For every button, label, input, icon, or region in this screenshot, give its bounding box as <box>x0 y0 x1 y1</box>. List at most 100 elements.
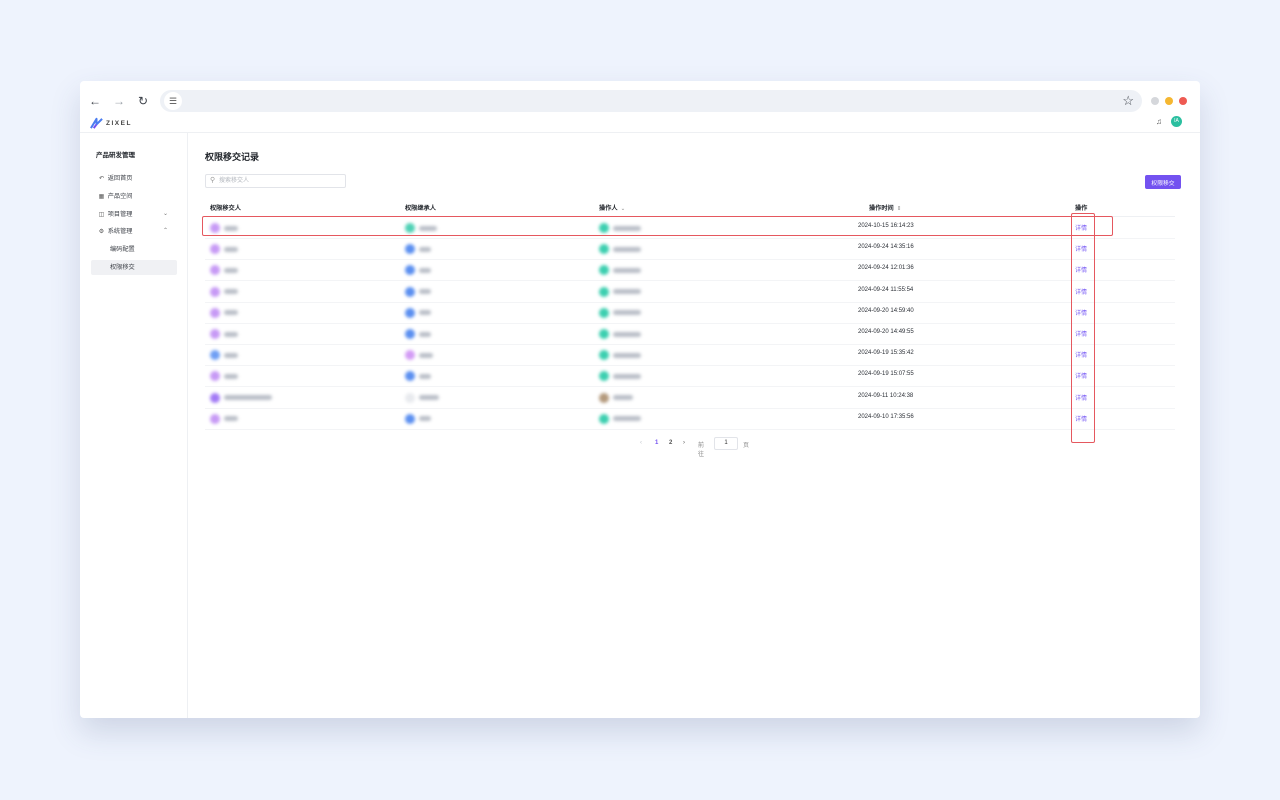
avatar <box>210 286 220 297</box>
table-row: 2024-09-19 15:35:42 详情 <box>205 344 1175 367</box>
window-minimize-dot[interactable] <box>1151 97 1159 105</box>
blurred-name <box>224 352 238 358</box>
blurred-name <box>419 395 439 401</box>
window-maximize-dot[interactable] <box>1165 97 1173 105</box>
blurred-name <box>419 289 431 295</box>
sort-icon[interactable]: ⇕ <box>897 206 902 212</box>
person-cell <box>210 286 238 297</box>
column-header-successor: 权限继承人 <box>405 205 436 212</box>
sidebar-item-projects[interactable]: ◫ 项目管理 ⌄ <box>91 207 177 222</box>
blurred-name <box>613 246 641 252</box>
sidebar-item-label: 返回首页 <box>107 175 133 182</box>
sidebar-item-system[interactable]: ⚙ 系统管理 ⌃ <box>91 224 177 239</box>
return-icon: ↶ <box>98 176 105 182</box>
avatar <box>405 244 415 255</box>
avatar <box>599 329 609 339</box>
avatar <box>210 350 220 361</box>
person-cell <box>599 413 641 424</box>
window-close-dot[interactable] <box>1179 97 1187 105</box>
blurred-name <box>419 373 431 379</box>
sidebar-item-label: 权限移交 <box>110 264 135 271</box>
blurred-name <box>224 331 238 337</box>
avatar <box>599 286 609 297</box>
avatar <box>599 413 609 424</box>
reload-icon[interactable]: ↻ <box>136 94 150 108</box>
person-cell <box>405 286 431 297</box>
blurred-name <box>613 267 641 273</box>
sidebar-item-product-space[interactable]: ▦ 产品空间 <box>91 189 177 204</box>
table-row: 2024-09-24 12:01:36 详情 <box>205 259 1175 282</box>
blurred-name <box>613 310 641 316</box>
next-page-icon[interactable]: › <box>683 440 685 446</box>
arrow-right-icon[interactable]: → <box>112 94 126 108</box>
page-title: 权限移交记录 <box>205 152 260 162</box>
sidebar-item-home[interactable]: ↶ 返回首页 <box>91 171 177 186</box>
operation-time: 2024-09-24 12:01:36 <box>858 265 914 272</box>
person-cell <box>599 392 633 403</box>
person-cell <box>599 307 641 318</box>
operation-time: 2024-09-10 17:35:56 <box>858 413 914 420</box>
avatar <box>599 392 609 403</box>
blurred-name <box>613 395 633 401</box>
table-row: 2024-09-11 10:24:38 详情 <box>205 387 1175 409</box>
avatar <box>405 286 415 297</box>
person-cell <box>599 244 641 255</box>
sidebar-item-permission-transfer[interactable]: 权限移交 <box>91 260 177 275</box>
filter-chevron-icon[interactable]: ⌄ <box>621 206 626 212</box>
search-input[interactable] <box>219 176 339 186</box>
prev-page-icon[interactable]: ‹ <box>640 440 642 446</box>
column-header-action: 操作 <box>1075 205 1088 212</box>
blurred-name <box>613 352 641 358</box>
sidebar-item-code-config[interactable]: 编码配置 <box>91 242 177 257</box>
avatar[interactable]: IA <box>1171 116 1182 127</box>
person-cell <box>210 329 238 339</box>
person-cell <box>405 244 431 255</box>
avatar <box>210 371 220 382</box>
avatar <box>405 413 415 424</box>
apps-icon: ◫ <box>98 212 105 218</box>
blurred-name <box>419 416 431 422</box>
avatar <box>405 371 415 382</box>
star-icon[interactable]: ☆ <box>1122 93 1134 109</box>
bell-icon[interactable]: ♫ <box>1156 117 1162 126</box>
blurred-name <box>224 289 238 295</box>
logo[interactable]: ZIXEL <box>90 116 132 130</box>
table-row: 2024-09-20 14:49:55 详情 <box>205 323 1175 345</box>
page-2[interactable]: 2 <box>669 440 672 446</box>
page-1[interactable]: 1 <box>655 440 658 446</box>
avatar <box>210 244 220 255</box>
avatar <box>599 244 609 255</box>
goto-page-input[interactable]: 1 <box>714 437 738 450</box>
avatar <box>210 413 220 424</box>
search-box[interactable]: ⚲ <box>205 174 346 188</box>
column-header-transferor: 权限移交人 <box>210 205 241 212</box>
permission-transfer-button[interactable]: 权限移交 <box>1145 175 1181 189</box>
column-header-time[interactable]: 操作时间 ⇕ <box>869 203 901 212</box>
goto-label: 前往 <box>698 443 705 458</box>
person-cell <box>405 413 431 424</box>
avatar <box>405 350 415 361</box>
browser-window: ← → ↻ ☰ ☆ ZIXEL ♫ IA 产品研发管理 ↶ 返回首页 ▦ 产品空… <box>80 81 1200 718</box>
avatar <box>599 350 609 361</box>
avatar <box>405 307 415 318</box>
avatar <box>405 329 415 339</box>
blurred-name <box>224 395 272 401</box>
tune-icon[interactable]: ☰ <box>164 92 182 110</box>
blurred-name <box>224 246 238 252</box>
person-cell <box>405 329 431 339</box>
blurred-name <box>613 373 641 379</box>
person-cell <box>405 265 431 276</box>
blurred-name <box>613 289 641 295</box>
search-icon: ⚲ <box>210 177 216 184</box>
brand-name: ZIXEL <box>106 119 132 127</box>
person-cell <box>599 350 641 361</box>
page-suffix: 页 <box>743 443 750 449</box>
person-cell <box>210 392 272 403</box>
arrow-left-icon[interactable]: ← <box>88 94 102 108</box>
address-bar[interactable]: ☰ ☆ <box>160 90 1142 112</box>
highlight-action-column <box>1071 213 1095 443</box>
sidebar-item-label: 产品空间 <box>107 193 133 200</box>
table-row: 2024-09-20 14:59:40 详情 <box>205 302 1175 324</box>
person-cell <box>405 371 431 382</box>
column-header-operator[interactable]: 操作人 ⌄ <box>599 203 625 212</box>
